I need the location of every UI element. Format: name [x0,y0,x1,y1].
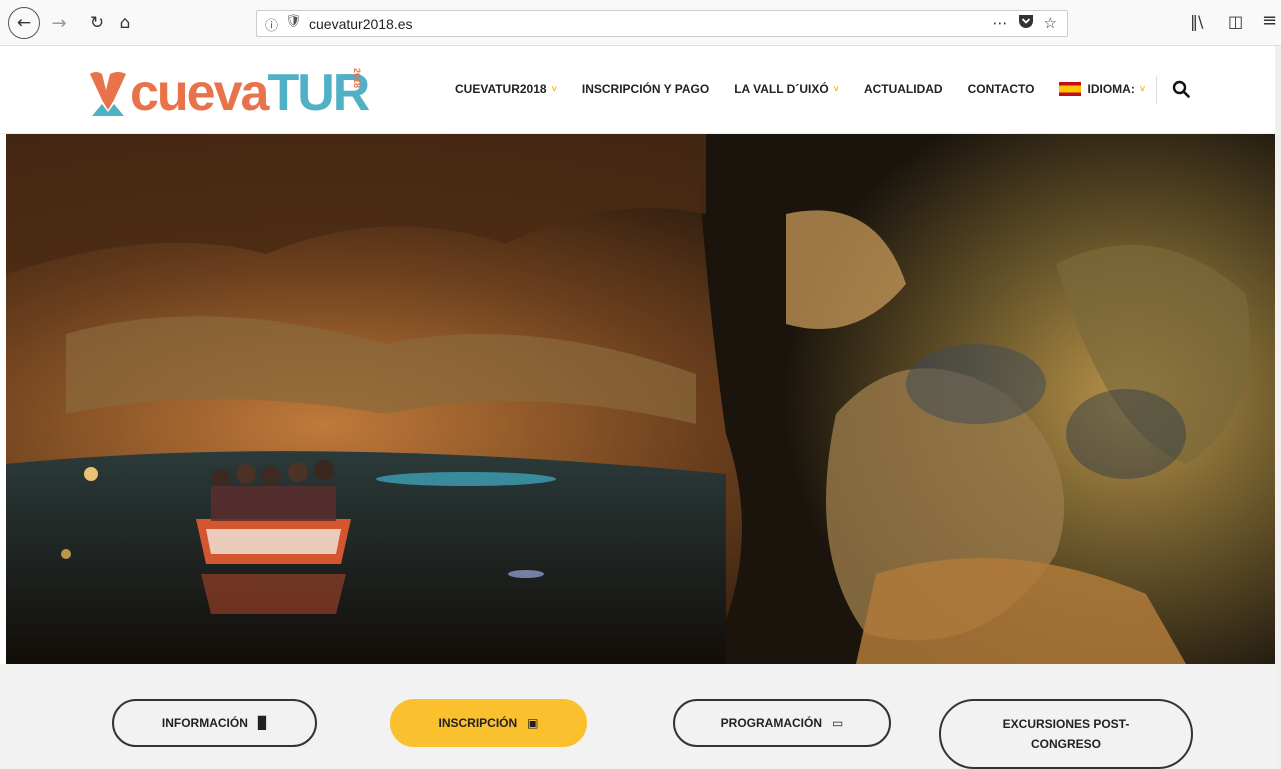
menu-icon[interactable]: ≡ [1262,10,1277,31]
nav-item-cuevatur2018[interactable]: CUEVATUR2018 ˅ [455,82,557,96]
logo-mark-icon [90,72,126,116]
url-text[interactable]: cuevatur2018.es [309,16,413,32]
inscripcion-label: INSCRIPCIÓN [438,716,518,730]
nav-item-inscripcion-pago[interactable]: INSCRIPCIÓN Y PAGO [582,82,709,96]
excursiones-label-line1: EXCURSIONES POST- [1002,717,1130,731]
informacion-button[interactable]: INFORMACIÓN ▉ [112,699,317,747]
nav-item-label: LA VALL D´UIXÓ [734,82,829,96]
pocket-icon[interactable] [1018,14,1034,33]
wallet-icon: ▣ [527,716,539,730]
logo-year: 2018 [352,68,362,89]
sidebar-icon[interactable]: ◫ [1228,12,1243,31]
book-icon: ▉ [257,716,268,730]
forward-arrow-icon: → [51,12,67,34]
nav-item-la-vall[interactable]: LA VALL D´UIXÓ ˅ [734,82,839,96]
programacion-button[interactable]: PROGRAMACIÓN ▭ [673,699,891,747]
chevron-down-icon: ˅ [1139,84,1146,94]
bookmark-star-icon[interactable]: ☆ [1044,14,1057,33]
nav-item-label: ACTUALIDAD [863,82,943,96]
hero-banner-image [6,134,1275,664]
programacion-label: PROGRAMACIÓN [720,716,822,730]
back-button[interactable]: ← [8,7,40,39]
site-header: cuevaTUR 2018 CUEVATUR2018 ˅ INSCRIPCIÓN … [0,46,1281,134]
cave-illustration [6,134,1275,664]
search-icon[interactable] [1172,80,1190,98]
site-logo[interactable]: cuevaTUR 2018 [88,64,370,119]
chevron-down-icon: ˅ [551,84,557,94]
library-icon[interactable]: ‖\ [1190,12,1203,31]
reload-button[interactable]: ↻ [84,10,110,36]
calendar-icon: ▭ [832,716,844,730]
excursiones-label-line2: CONGRESO [1030,737,1101,751]
language-label: IDIOMA: [1087,82,1135,96]
main-navigation: CUEVATUR2018 ˅ INSCRIPCIÓN Y PAGO LA VALL… [455,82,1170,96]
nav-item-actualidad[interactable]: ACTUALIDAD [864,82,943,96]
nav-item-contacto[interactable]: CONTACTO [968,82,1035,96]
forward-button[interactable]: → [46,10,72,36]
tracking-shield-icon[interactable]: 🛡 [285,14,302,29]
reload-icon: ↻ [89,13,105,33]
logo-text-main: cueva [130,64,269,122]
address-bar[interactable]: ⓘ 🛡 cuevatur2018.es ⋯ ☆ [256,10,1068,37]
home-icon: ⌂ [119,13,131,33]
language-selector[interactable]: IDIOMA: ˅ [1059,82,1145,96]
nav-item-label: INSCRIPCIÓN Y PAGO [581,82,710,96]
browser-toolbar: ← → ↻ ⌂ ⓘ 🛡 cuevatur2018.es ⋯ ☆ ‖\ ◫ ≡ [0,0,1281,46]
nav-divider [1156,76,1157,104]
excursiones-button[interactable]: EXCURSIONES POST- CONGRESO [939,699,1193,769]
nav-item-label: CONTACTO [967,82,1035,96]
back-arrow-icon: ← [16,13,32,33]
nav-item-label: CUEVATUR2018 [455,82,547,96]
spain-flag-icon [1059,82,1082,96]
informacion-label: INFORMACIÓN [161,716,248,730]
scrollbar[interactable] [1275,46,1281,769]
home-button[interactable]: ⌂ [112,10,138,36]
chevron-down-icon: ˅ [833,84,839,94]
inscripcion-button[interactable]: INSCRIPCIÓN ▣ [390,699,587,747]
page-actions-icon[interactable]: ⋯ [993,14,1008,33]
logo-text: cuevaTUR [130,67,370,119]
site-info-icon[interactable]: ⓘ [265,15,278,34]
